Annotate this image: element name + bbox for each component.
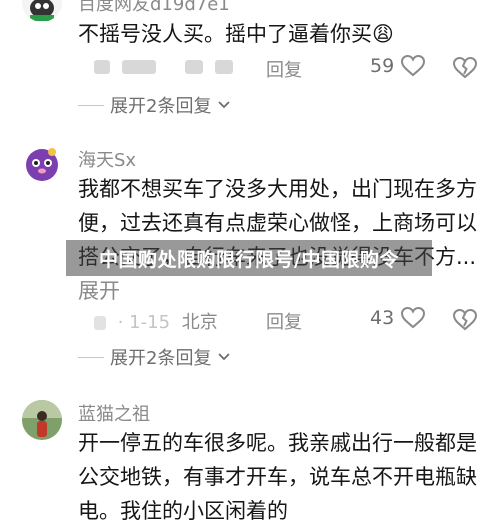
chevron-down-icon <box>218 353 231 361</box>
blurred-location <box>215 60 234 74</box>
expand-replies-button[interactable]: 展开2条回复 <box>78 344 231 370</box>
comment-location: 北京 <box>181 312 218 333</box>
like-count: 59 <box>370 55 395 77</box>
expand-replies-label: 展开2条回复 <box>110 348 212 369</box>
heart-outline-icon <box>401 306 426 329</box>
like-button[interactable]: 43 <box>370 306 426 330</box>
comment-meta: · 1-15 北京 回复 43 <box>78 306 500 337</box>
avatar[interactable] <box>22 144 62 184</box>
banner-text: 中国购处限购限行限号/中国限购令 <box>99 248 399 271</box>
expand-replies-label: 展开2条回复 <box>110 96 212 117</box>
comment-text: 不摇号没人买。摇中了逼着你买😩 <box>78 17 488 51</box>
dislike-button[interactable] <box>452 56 478 85</box>
comment-text-content: 不摇号没人买。摇中了逼着你买 <box>78 22 372 46</box>
avatar-icon <box>22 400 62 440</box>
emoji-icon: 😩 <box>372 22 394 46</box>
comment-username[interactable]: 百度网友d19d7e1 <box>78 0 230 16</box>
divider <box>78 356 104 358</box>
avatar-icon <box>22 144 62 184</box>
blurred-date <box>121 60 156 74</box>
divider <box>78 104 104 106</box>
avatar[interactable] <box>22 400 62 440</box>
blurred-date <box>94 60 110 74</box>
like-count: 43 <box>370 307 395 329</box>
comment-text-content: 开一停五的车很多呢。我亲戚出行一般都是公交地铁，有事才开车，说车总不开电瓶缺电。… <box>78 431 477 523</box>
expand-replies-button[interactable]: 展开2条回复 <box>78 92 231 118</box>
comment-username[interactable]: 蓝猫之祖 <box>78 400 150 426</box>
broken-heart-icon <box>452 56 478 79</box>
like-button[interactable]: 59 <box>370 54 426 78</box>
comment-username[interactable]: 海天Sx <box>78 146 136 172</box>
broken-heart-icon <box>452 308 478 331</box>
blurred-date <box>94 316 106 330</box>
reply-button[interactable]: 回复 <box>266 56 302 82</box>
expand-text-link[interactable]: 展开 <box>78 279 120 303</box>
heart-outline-icon <box>401 54 426 77</box>
comment-date: · 1-15 <box>117 312 171 333</box>
comment-meta: 回复 59 <box>78 54 500 85</box>
avatar[interactable] <box>22 0 62 22</box>
overlay-banner: 中国购处限购限行限号/中国限购令 <box>66 240 432 276</box>
comment-text: 开一停五的车很多呢。我亲戚出行一般都是公交地铁，有事才开车，说车总不开电瓶缺电。… <box>78 426 488 528</box>
reply-button[interactable]: 回复 <box>266 308 302 334</box>
dislike-button[interactable] <box>452 308 478 337</box>
chevron-down-icon <box>218 101 231 109</box>
avatar-icon <box>22 0 62 22</box>
blurred-location <box>185 60 204 74</box>
